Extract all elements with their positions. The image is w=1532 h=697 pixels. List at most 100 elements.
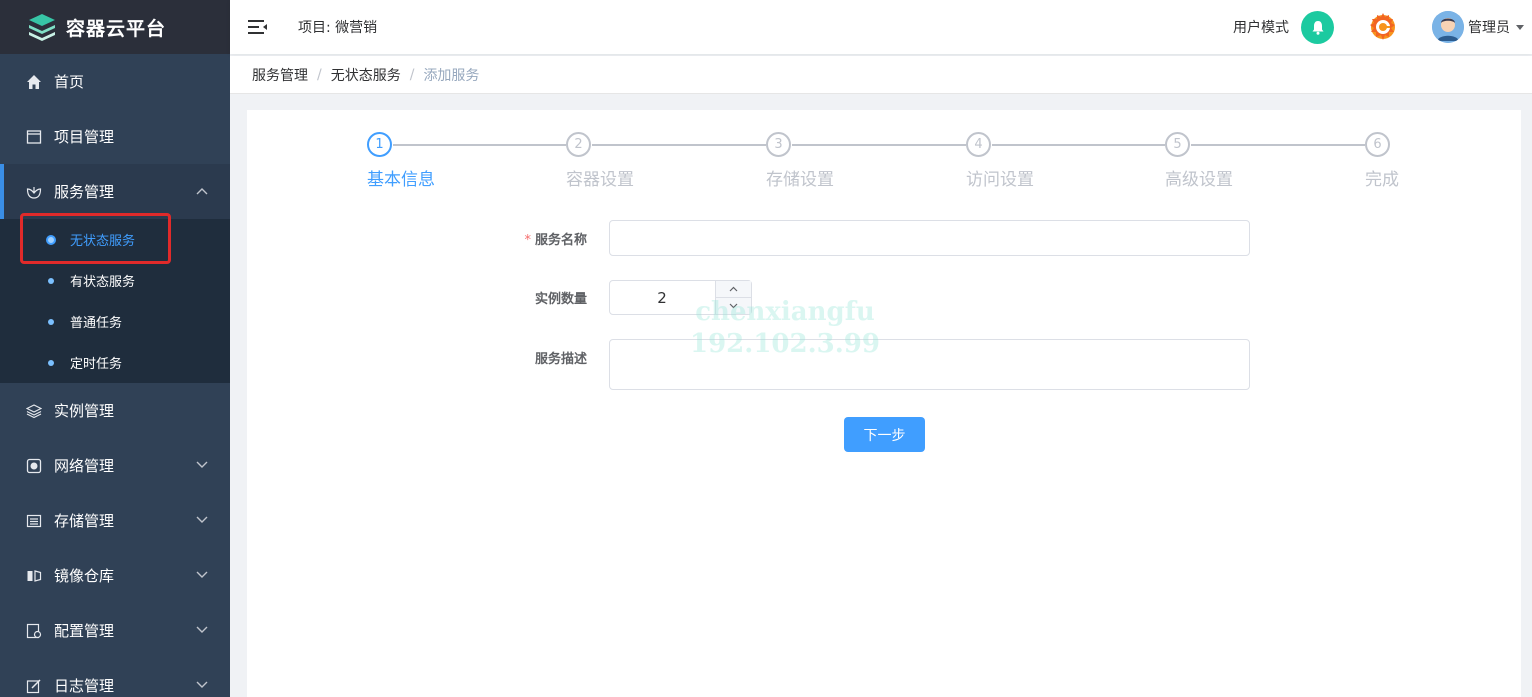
chevron-up-icon: [196, 187, 208, 194]
grafana-icon[interactable]: [1366, 10, 1400, 44]
sidebar-item-network[interactable]: 网络管理: [0, 438, 230, 493]
step-title: 基本信息: [367, 170, 435, 190]
app-title: 容器云平台: [66, 17, 167, 40]
service-icon: [26, 184, 42, 200]
form-row-name: * 服务名称: [247, 220, 1250, 256]
sidebar-subitem-label: 无状态服务: [70, 234, 136, 249]
increment-button[interactable]: [716, 281, 751, 298]
logo-icon: [29, 14, 55, 41]
instance-count-stepper[interactable]: 2: [609, 280, 752, 315]
logo[interactable]: 容器云平台: [0, 0, 230, 54]
step-advanced-settings: 5 高级设置: [1165, 132, 1233, 190]
sidebar: 容器云平台 首页 项目管理 服务管理 无状态服务 有状态服务 普通任务 定时任务…: [0, 0, 230, 697]
step-number: 3: [766, 132, 791, 157]
breadcrumb-separator: /: [409, 66, 415, 83]
sidebar-subitem-label: 有状态服务: [70, 275, 136, 290]
chevron-down-icon: [196, 571, 208, 578]
chevron-down-icon: [196, 516, 208, 523]
step-container-settings: 2 容器设置: [566, 132, 634, 190]
sidebar-item-home[interactable]: 首页: [0, 54, 230, 109]
step-done: 6 完成: [1365, 132, 1399, 190]
step-title: 完成: [1365, 170, 1399, 190]
sidebar-subitem-cronjobs[interactable]: 定时任务: [0, 342, 230, 383]
breadcrumb: 服务管理 / 无状态服务 / 添加服务: [230, 56, 1532, 94]
step-number: 1: [367, 132, 392, 157]
sidebar-item-image-repo[interactable]: 镜像仓库: [0, 548, 230, 603]
active-indicator: [0, 164, 4, 219]
sidebar-item-services[interactable]: 服务管理: [0, 164, 230, 219]
step-number: 4: [966, 132, 991, 157]
chevron-up-icon: [729, 286, 738, 292]
caret-down-icon[interactable]: [1516, 24, 1524, 30]
service-name-input[interactable]: [609, 220, 1250, 256]
form-label: 实例数量: [247, 280, 609, 307]
step-connector: [592, 144, 766, 146]
step-connector: [792, 144, 966, 146]
decrement-button[interactable]: [716, 298, 751, 315]
stepper-controls: [715, 281, 751, 314]
project-label[interactable]: 项目: 微营销: [298, 17, 377, 37]
bell-icon: [1312, 20, 1323, 35]
step-connector: [1191, 144, 1365, 146]
sidebar-item-config[interactable]: 配置管理: [0, 603, 230, 658]
config-icon: [26, 623, 42, 639]
bullet-icon: [48, 359, 54, 366]
sidebar-item-label: 存储管理: [54, 512, 115, 530]
sidebar-subitem-stateful[interactable]: 有状态服务: [0, 260, 230, 301]
chevron-down-icon: [196, 626, 208, 633]
service-description-textarea[interactable]: [609, 339, 1250, 390]
user-name[interactable]: 管理员: [1468, 17, 1510, 37]
desc-label: 服务描述: [534, 352, 587, 367]
sidebar-subitem-jobs[interactable]: 普通任务: [0, 301, 230, 342]
breadcrumb-item[interactable]: 无状态服务: [331, 65, 401, 85]
sidebar-item-instances[interactable]: 实例管理: [0, 383, 230, 438]
bullet-icon: [48, 318, 54, 325]
step-basic-info: 1 基本信息: [367, 132, 435, 190]
chevron-down-icon: [196, 461, 208, 468]
sidebar-item-logs[interactable]: 日志管理: [0, 658, 230, 697]
instance-count-value[interactable]: 2: [610, 289, 714, 307]
steps: 1 基本信息 2 容器设置 3 存储设置 4 访问设置 5 高级设置 6 完成: [367, 132, 1407, 192]
step-access-settings: 4 访问设置: [966, 132, 1034, 190]
sidebar-item-label: 服务管理: [54, 183, 115, 201]
breadcrumb-current: 添加服务: [423, 67, 480, 84]
bullet-icon: [46, 234, 56, 245]
step-connector: [393, 144, 566, 146]
sidebar-item-label: 镜像仓库: [54, 567, 115, 585]
form-row-desc: 服务描述: [247, 339, 1250, 390]
breadcrumb-item[interactable]: 服务管理: [252, 65, 308, 85]
window-icon: [26, 129, 42, 145]
notification-button[interactable]: [1301, 10, 1334, 44]
layers-icon: [26, 403, 42, 419]
required-mark: *: [524, 233, 531, 248]
sidebar-item-storage[interactable]: 存储管理: [0, 493, 230, 548]
sidebar-item-projects[interactable]: 项目管理: [0, 109, 230, 164]
sidebar-item-label: 日志管理: [54, 677, 115, 695]
home-icon: [26, 74, 42, 90]
bullet-icon: [48, 277, 54, 284]
name-label: 服务名称: [534, 233, 587, 248]
step-number: 6: [1365, 132, 1390, 157]
count-label: 实例数量: [534, 292, 587, 307]
avatar[interactable]: [1432, 11, 1464, 43]
step-title: 访问设置: [966, 170, 1034, 190]
form-row-count: 实例数量 2: [247, 280, 752, 315]
form-label: * 服务名称: [247, 220, 609, 248]
sidebar-item-label: 项目管理: [54, 128, 115, 146]
storage-icon: [26, 513, 42, 529]
step-title: 容器设置: [566, 170, 634, 190]
chevron-down-icon: [196, 681, 208, 688]
next-step-button[interactable]: 下一步: [844, 417, 925, 452]
header-right: 用户模式 管理员: [1233, 10, 1524, 44]
sidebar-subitem-label: 普通任务: [70, 316, 123, 331]
sidebar-subitem-label: 定时任务: [70, 357, 123, 372]
step-number: 5: [1165, 132, 1190, 157]
form-label: 服务描述: [247, 339, 609, 367]
image-repo-icon: [26, 568, 42, 584]
sidebar-subitem-stateless[interactable]: 无状态服务: [0, 219, 230, 260]
menu-toggle-icon[interactable]: [248, 19, 268, 35]
log-icon: [26, 678, 42, 694]
top-header: 项目: 微营销 用户模式 管理员: [230, 0, 1532, 54]
globe-icon: [26, 458, 42, 474]
step-number: 2: [566, 132, 591, 157]
